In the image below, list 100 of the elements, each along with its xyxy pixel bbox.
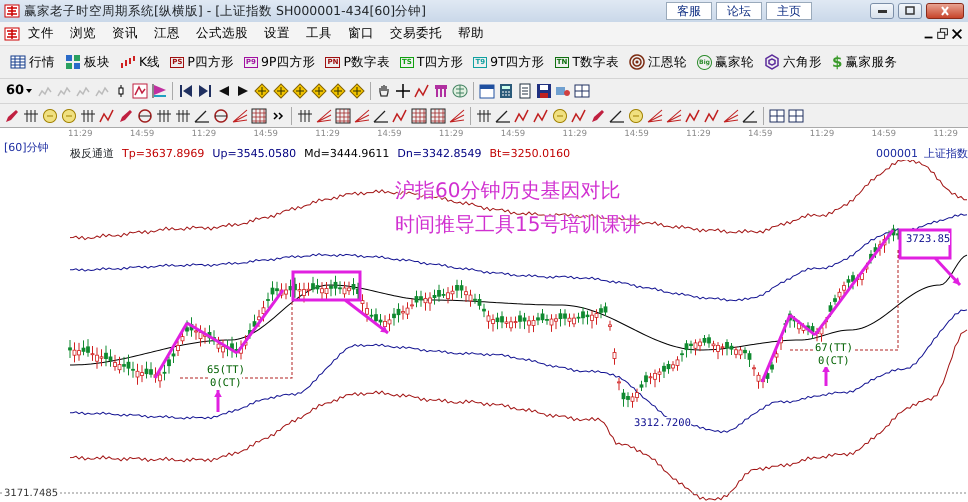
- fan-lines-icon[interactable]: [723, 108, 739, 124]
- menu-item[interactable]: 交易委托: [382, 24, 450, 43]
- stock-code: 000001: [876, 146, 918, 162]
- circle-icon[interactable]: [137, 108, 153, 124]
- close-icon[interactable]: [950, 26, 964, 40]
- blocks-icon: [65, 54, 81, 70]
- menu-item[interactable]: 公式选股: [188, 24, 256, 43]
- toolbar-button[interactable]: 板块: [61, 52, 114, 72]
- target-icon: [628, 54, 645, 70]
- toolbar-button[interactable]: K线: [116, 52, 164, 72]
- menu-item[interactable]: 窗口: [340, 24, 382, 43]
- line-tool-icon[interactable]: [533, 108, 549, 124]
- indicator-value: Tp=3637.8969: [122, 146, 204, 162]
- link-button[interactable]: 客服: [666, 2, 712, 20]
- diamond-icon[interactable]: [292, 83, 308, 99]
- menu-item[interactable]: 资讯: [104, 24, 146, 43]
- toolbar-button[interactable]: 江恩轮: [624, 52, 691, 72]
- time-label: 14:59: [130, 128, 154, 140]
- close-button[interactable]: [926, 3, 964, 19]
- calendar-icon[interactable]: [479, 83, 496, 99]
- indicator-value: Bt=3250.0160: [490, 146, 570, 162]
- time-label: 11:29: [68, 128, 92, 140]
- fan-lines-icon[interactable]: [449, 108, 465, 124]
- pencil-icon[interactable]: [4, 108, 20, 124]
- flag-icon[interactable]: [151, 83, 168, 99]
- crosshair-icon[interactable]: [395, 83, 412, 99]
- menu-item[interactable]: 设置: [256, 24, 298, 43]
- line-tool-icon[interactable]: [571, 108, 587, 124]
- line-tool-icon[interactable]: [514, 108, 530, 124]
- diamond-icon[interactable]: [349, 83, 366, 99]
- fan-lines-icon[interactable]: [666, 108, 682, 124]
- first-icon[interactable]: [178, 83, 194, 99]
- toolbar-button[interactable]: 行情: [6, 52, 59, 72]
- save-icon[interactable]: [536, 83, 552, 99]
- menu-item[interactable]: 浏览: [62, 24, 104, 43]
- caret-icon: [26, 89, 32, 93]
- link-button[interactable]: 论坛: [716, 2, 762, 20]
- menu-item[interactable]: 帮助: [450, 24, 492, 43]
- calculator-icon[interactable]: [498, 83, 514, 99]
- price-label: 0(CT): [210, 377, 242, 389]
- coin-icon[interactable]: [552, 108, 568, 124]
- chart-icon[interactable]: [132, 83, 148, 99]
- grid-icon[interactable]: [430, 108, 446, 124]
- angle-icon[interactable]: [194, 108, 210, 124]
- price-label: 67(TT): [815, 342, 853, 354]
- maximize-button[interactable]: [898, 3, 922, 19]
- fan-lines-icon[interactable]: [232, 108, 248, 124]
- line-tool-icon[interactable]: [685, 108, 701, 124]
- restore-icon[interactable]: [936, 26, 950, 40]
- link-button[interactable]: 主页: [766, 2, 812, 20]
- angle-icon[interactable]: [373, 108, 389, 124]
- last-icon[interactable]: [197, 83, 214, 99]
- indicator-name: 极反通道: [70, 146, 114, 162]
- grid-icon[interactable]: [335, 108, 351, 124]
- time-label: 14:59: [377, 128, 402, 140]
- line-tool-icon[interactable]: [99, 108, 115, 124]
- candlestick-icon: [120, 54, 136, 70]
- time-label: 11:29: [810, 128, 834, 140]
- diamond-icon[interactable]: [254, 83, 270, 99]
- parallel-lines-icon[interactable]: [156, 108, 172, 124]
- diamond-icon[interactable]: [330, 83, 346, 99]
- diamond-icon[interactable]: [311, 83, 328, 99]
- indicator-value: Dn=3342.8549: [397, 146, 482, 162]
- menu-item[interactable]: 江恩: [146, 24, 188, 43]
- minimize-button[interactable]: [870, 3, 894, 19]
- parallel-lines-icon[interactable]: [476, 108, 492, 124]
- grid-icon[interactable]: [251, 108, 267, 124]
- time-label: 14:59: [500, 128, 526, 140]
- time-label: 14:59: [872, 128, 896, 140]
- up-arrow-icon: [214, 390, 222, 412]
- menu-item[interactable]: 文件: [20, 24, 62, 43]
- line-tool-icon[interactable]: [392, 108, 408, 124]
- circle-icon[interactable]: [213, 108, 229, 124]
- line-tool-icon[interactable]: [704, 108, 720, 124]
- pencil-icon[interactable]: [590, 108, 606, 124]
- fan-lines-icon[interactable]: [316, 108, 332, 124]
- fan-lines-icon[interactable]: [647, 108, 663, 124]
- toolbar-button[interactable]: $ 赢家服务: [828, 52, 902, 72]
- angle-icon[interactable]: [742, 108, 758, 124]
- fan-lines-icon[interactable]: [354, 108, 370, 124]
- parallel-lines-icon[interactable]: [23, 108, 39, 124]
- angle-icon[interactable]: [495, 108, 511, 124]
- layout-icon[interactable]: [788, 108, 804, 124]
- toolbar-button[interactable]: 六角形: [760, 52, 826, 72]
- parallel-lines-icon[interactable]: [175, 108, 191, 124]
- document-icon[interactable]: [517, 83, 534, 99]
- layout-icon[interactable]: [769, 108, 785, 124]
- parallel-lines-icon[interactable]: [297, 108, 313, 124]
- pencil-icon[interactable]: [118, 108, 134, 124]
- line-tool-icon[interactable]: [414, 83, 430, 99]
- time-label: 11:29: [315, 128, 340, 140]
- diamond-icon[interactable]: [273, 83, 290, 99]
- period-dropdown[interactable]: 60: [4, 81, 34, 101]
- angle-icon[interactable]: [609, 108, 625, 124]
- menu-item[interactable]: 工具: [298, 24, 340, 43]
- time-label: 14:59: [624, 128, 649, 140]
- up-arrow-icon: [822, 365, 830, 386]
- layout-icon[interactable]: [574, 83, 590, 99]
- grid-icon[interactable]: [411, 108, 427, 124]
- parallel-lines-icon[interactable]: [80, 108, 96, 124]
